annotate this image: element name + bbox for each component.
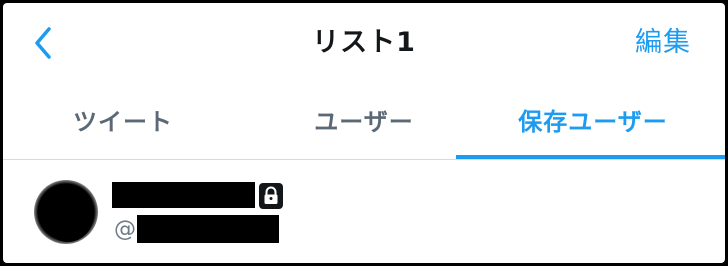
tab-saved-users[interactable]: 保存ユーザー — [473, 85, 713, 159]
handle-redacted — [137, 215, 279, 243]
lock-icon — [258, 182, 284, 210]
handle-prefix: @ — [114, 217, 136, 242]
tab-bar: ツイート ユーザー 保存ユーザー — [3, 85, 725, 160]
tab-users[interactable]: ユーザー — [244, 85, 484, 159]
tab-tweets[interactable]: ツイート — [3, 85, 243, 159]
active-tab-indicator — [456, 155, 725, 159]
avatar-image — [42, 186, 94, 242]
navigation-bar: リスト1 編集 — [3, 3, 725, 85]
page-title: リスト1 — [312, 27, 416, 58]
saved-user-row[interactable]: @ — [3, 160, 725, 263]
list-screen: リスト1 編集 ツイート ユーザー 保存ユーザー @ — [3, 3, 725, 263]
edit-button[interactable]: 編集 — [635, 21, 691, 65]
display-name-redacted — [112, 182, 255, 208]
avatar — [34, 180, 98, 244]
